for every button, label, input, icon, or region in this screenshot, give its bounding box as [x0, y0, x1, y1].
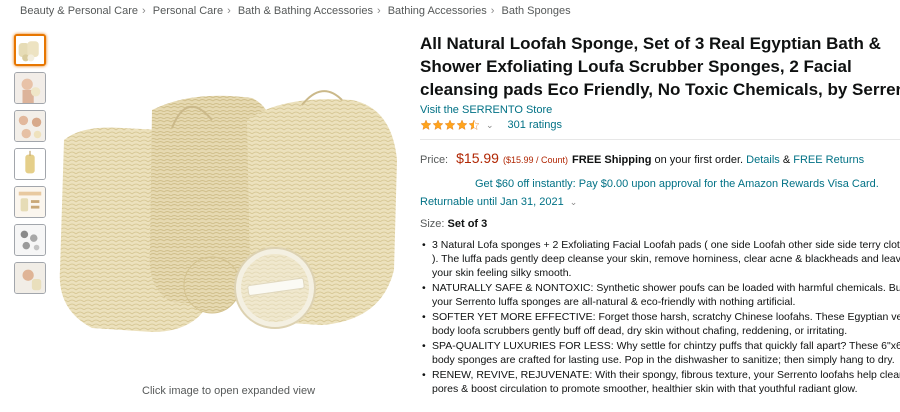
size-row: Size: Set of 3: [420, 218, 900, 230]
bullet-line: SOFTER YET MORE EFFECTIVE: Forget those …: [432, 311, 900, 323]
shipping-suffix: on your first order.: [654, 154, 744, 166]
breadcrumb-separator: ›: [376, 5, 381, 17]
size-label: Size:: [420, 218, 445, 230]
price-value: $15.99: [456, 150, 499, 166]
title-line: Shower Exfoliating Loufa Scrubber Sponge…: [420, 57, 852, 76]
star-rating[interactable]: [420, 119, 480, 131]
feature-bullet: RENEW, REVIVE, REJUVENATE: With their sp…: [420, 368, 900, 396]
feature-bullet: SOFTER YET MORE EFFECTIVE: Forget those …: [420, 310, 900, 338]
chevron-down-icon[interactable]: ⌄: [486, 120, 494, 131]
breadcrumb-item-bathing-accessories[interactable]: Bathing Accessories: [388, 5, 487, 17]
divider: [420, 139, 900, 140]
breadcrumb-separator: ›: [142, 5, 146, 17]
bullet-line: RENEW, REVIVE, REJUVENATE: With their sp…: [432, 369, 900, 381]
bullet-line: body loofa scrubbers gently buff off dea…: [432, 325, 848, 337]
title-line: cleansing pads Eco Friendly, No Toxic Ch…: [420, 80, 900, 99]
product-details: All Natural Loofah Sponge, Set of 3 Real…: [420, 32, 900, 397]
bullet-line: NATURALLY SAFE & NONTOXIC: Synthetic sho…: [432, 282, 900, 294]
details-link[interactable]: Details: [746, 154, 780, 166]
half-star-icon: [468, 119, 480, 130]
ratings-count-link[interactable]: 301 ratings: [508, 119, 562, 131]
bullet-line: SPA-QUALITY LUXURIES FOR LESS: Why settl…: [432, 340, 900, 352]
feature-bullet: 3 Natural Lofa sponges + 2 Exfoliating F…: [420, 238, 900, 280]
bullet-line: body sponges are crafted for lasting use…: [432, 354, 895, 366]
returnable-row[interactable]: Returnable until Jan 31, 2021 ⌄: [420, 196, 900, 208]
thumbnail-strip: [14, 34, 48, 300]
feature-bullet: NATURALLY SAFE & NONTOXIC: Synthetic sho…: [420, 281, 900, 309]
breadcrumb-item-bath-accessories[interactable]: Bath & Bathing Accessories: [238, 5, 373, 17]
breadcrumb-item-beauty[interactable]: Beauty & Personal Care: [20, 5, 138, 17]
expand-image-caption: Click image to open expanded view: [142, 385, 316, 397]
rating-row: ⌄ 301 ratings: [420, 119, 900, 131]
star-icon: [420, 119, 432, 130]
returnable-text: Returnable until Jan 31, 2021: [420, 196, 564, 208]
price-label: Price:: [420, 154, 449, 166]
feature-bullet: SPA-QUALITY LUXURIES FOR LESS: Why settl…: [420, 339, 900, 367]
thumbnail-7[interactable]: [14, 262, 46, 294]
free-shipping-label: FREE Shipping: [572, 154, 652, 166]
bullet-line: your Serrento luffa sponges are all-natu…: [432, 296, 796, 308]
product-main-image[interactable]: [52, 70, 422, 350]
thumbnail-1[interactable]: [14, 34, 46, 66]
title-line: All Natural Loofah Sponge, Set of 3 Real…: [420, 34, 881, 53]
breadcrumb-item-bath-sponges[interactable]: Bath Sponges: [501, 5, 570, 17]
ampersand: &: [782, 154, 791, 166]
breadcrumb: Beauty & Personal Care › Personal Care › B…: [20, 5, 571, 17]
bullet-line: 3 Natural Lofa sponges + 2 Exfoliating F…: [432, 239, 900, 251]
bullet-line: ). The luffa pads gently deep cleanse yo…: [432, 253, 900, 265]
rewards-card-promo[interactable]: Get $60 off instantly: Pay $0.00 upon ap…: [420, 178, 900, 190]
price-row: Price: $15.99 ($15.99 / Count) FREE Ship…: [420, 150, 900, 166]
thumbnail-2[interactable]: [14, 72, 46, 104]
bullet-line: pores & boost circulation to promote smo…: [432, 383, 858, 395]
store-link[interactable]: Visit the SERRENTO Store: [420, 104, 900, 116]
product-title: All Natural Loofah Sponge, Set of 3 Real…: [420, 32, 900, 101]
size-value: Set of 3: [447, 218, 488, 230]
unit-price: ($15.99 / Count): [502, 155, 568, 165]
breadcrumb-item-personal-care[interactable]: Personal Care: [153, 5, 223, 17]
thumbnail-6[interactable]: [14, 224, 46, 256]
breadcrumb-separator: ›: [490, 5, 495, 17]
thumbnail-5[interactable]: [14, 186, 46, 218]
loofah-sponges-illustration: [52, 70, 422, 350]
star-icon: [432, 119, 444, 130]
free-returns-link[interactable]: FREE Returns: [793, 154, 864, 166]
thumbnail-3[interactable]: [14, 110, 46, 142]
chevron-down-icon: ⌄: [569, 196, 578, 207]
star-icon: [456, 119, 468, 130]
star-icon: [444, 119, 456, 130]
breadcrumb-separator: ›: [227, 5, 231, 17]
feature-bullets: 3 Natural Lofa sponges + 2 Exfoliating F…: [420, 238, 900, 397]
bullet-line: your skin feeling silky smooth.: [432, 267, 572, 279]
thumbnail-4[interactable]: [14, 148, 46, 180]
